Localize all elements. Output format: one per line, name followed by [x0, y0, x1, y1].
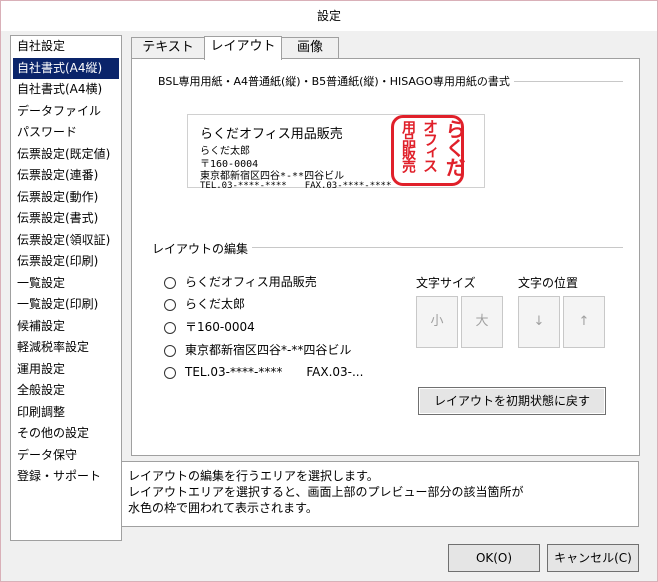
layout-panel: BSL専用用紙・A4普通紙(縦)・B5普通紙(縦)・HISAGO専用用紙の書式 … [131, 58, 640, 456]
reset-layout-button[interactable]: レイアウトを初期状態に戻す [418, 387, 606, 415]
font-larger-button[interactable]: 大 [461, 296, 503, 348]
radio-label: 〒160-0004 [185, 320, 255, 334]
preview-area: らくだオフィス用品販売 らくだ太郎 〒160-0004 東京都新宿区四谷*-**… [187, 114, 485, 191]
preview-phone[interactable]: TEL.03-****-**** FAX.03-****-**** [200, 178, 391, 191]
ok-button[interactable]: OK(O) [448, 544, 540, 572]
font-size-label: 文字サイズ [416, 276, 476, 290]
text-position-label: 文字の位置 [518, 276, 579, 290]
radio-postal[interactable]: 〒160-0004 [164, 318, 255, 336]
radio-button-icon[interactable] [164, 276, 176, 289]
sidebar-item-data-maintenance[interactable]: データ保守 [11, 445, 121, 467]
tab-layout[interactable]: レイアウト [204, 36, 282, 60]
sidebar-item-password[interactable]: パスワード [11, 122, 121, 144]
font-smaller-button[interactable]: 小 [416, 296, 458, 348]
sidebar-item-slip-behavior[interactable]: 伝票設定(動作) [11, 187, 121, 209]
move-up-button[interactable]: ↑ [563, 296, 605, 348]
sidebar-item-slip-format[interactable]: 伝票設定(書式) [11, 208, 121, 230]
cancel-button[interactable]: キャンセル(C) [547, 544, 639, 572]
radio-person[interactable]: らくだ太郎 [164, 295, 245, 313]
move-down-button[interactable]: ↓ [518, 296, 560, 348]
stamp-text-3: 用品販売 [400, 120, 416, 172]
stamp-text-1: らくだ [442, 119, 466, 176]
settings-sidebar: 自社設定 自社書式(A4縦) 自社書式(A4横) データファイル パスワード 伝… [10, 35, 122, 541]
help-line-3: 水色の枠で囲われて表示されます。 [128, 501, 318, 515]
sidebar-item-list[interactable]: 一覧設定 [11, 273, 121, 295]
radio-button-icon[interactable] [164, 298, 176, 311]
sidebar-item-company[interactable]: 自社設定 [11, 36, 121, 58]
sidebar-item-slip-numbering[interactable]: 伝票設定(連番) [11, 165, 121, 187]
help-message-box: レイアウトの編集を行うエリアを選択します。 レイアウトエリアを選択すると、画面上… [121, 461, 639, 527]
sidebar-item-candidates[interactable]: 候補設定 [11, 316, 121, 338]
title-bar: 設定 [1, 1, 657, 31]
tab-image[interactable]: 画像 [281, 37, 339, 58]
sidebar-item-registration[interactable]: 登録・サポート [11, 466, 121, 488]
radio-phone[interactable]: TEL.03-****-**** FAX.03-... [164, 363, 363, 381]
preview-company[interactable]: らくだオフィス用品販売 [200, 123, 343, 142]
tab-text[interactable]: テキスト [131, 37, 205, 58]
help-line-2: レイアウトエリアを選択すると、画面上部のプレビュー部分の該当箇所が [128, 485, 524, 499]
sidebar-item-general[interactable]: 全般設定 [11, 380, 121, 402]
sidebar-item-print-adjust[interactable]: 印刷調整 [11, 402, 121, 424]
sidebar-item-reduced-tax[interactable]: 軽減税率設定 [11, 337, 121, 359]
sidebar-item-format-a4-landscape[interactable]: 自社書式(A4横) [11, 79, 121, 101]
settings-dialog: 設定 自社設定 自社書式(A4縦) 自社書式(A4横) データファイル パスワー… [0, 0, 658, 582]
layout-edit-title: レイアウトの編集 [152, 240, 253, 257]
radio-address[interactable]: 東京都新宿区四谷*-**四谷ビル [164, 341, 351, 359]
stamp-text-2: オフィス [421, 119, 439, 171]
radio-label: らくだオフィス用品販売 [185, 275, 317, 289]
radio-label: TEL.03-****-**** FAX.03-... [185, 365, 364, 379]
help-line-1: レイアウトの編集を行うエリアを選択します。 [128, 469, 379, 483]
sidebar-item-other[interactable]: その他の設定 [11, 423, 121, 445]
sidebar-item-slip-receipt[interactable]: 伝票設定(領収証) [11, 230, 121, 252]
sidebar-item-slip-print[interactable]: 伝票設定(印刷) [11, 251, 121, 273]
radio-button-icon[interactable] [164, 366, 176, 379]
radio-company[interactable]: らくだオフィス用品販売 [164, 273, 317, 291]
sidebar-item-slip-defaults[interactable]: 伝票設定(既定値) [11, 144, 121, 166]
window-title: 設定 [316, 9, 341, 23]
radio-label: らくだ太郎 [185, 297, 246, 311]
sidebar-item-data-file[interactable]: データファイル [11, 101, 121, 123]
format-group-title: BSL専用用紙・A4普通紙(縦)・B5普通紙(縦)・HISAGO専用用紙の書式 [158, 73, 514, 89]
sidebar-item-operation[interactable]: 運用設定 [11, 359, 121, 381]
radio-label: 東京都新宿区四谷*-**四谷ビル [185, 343, 352, 357]
radio-button-icon[interactable] [164, 344, 176, 357]
radio-button-icon[interactable] [164, 321, 176, 334]
sidebar-item-format-a4-portrait[interactable]: 自社書式(A4縦) [13, 57, 119, 79]
company-stamp: らくだ オフィス 用品販売 [391, 115, 466, 186]
sidebar-item-list-print[interactable]: 一覧設定(印刷) [11, 294, 121, 316]
